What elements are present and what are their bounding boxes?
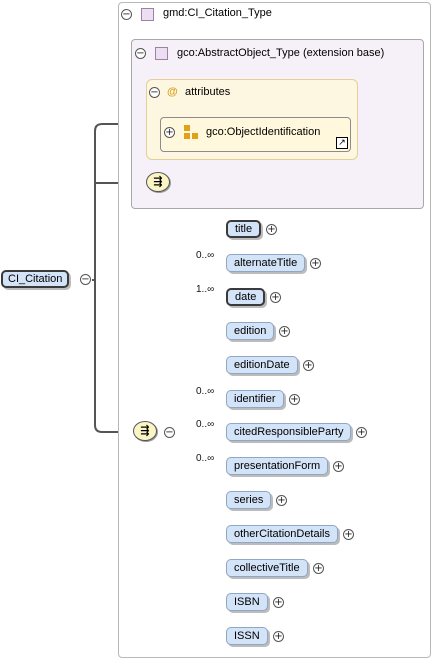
expand-presentationform-toggle[interactable]: + [333, 461, 344, 472]
expand-identifier-toggle[interactable]: + [289, 394, 300, 405]
element-label: identifier [234, 393, 276, 405]
element-othercitationdetails[interactable]: otherCitationDetails [226, 525, 338, 543]
element-citedresponsibleparty[interactable]: citedResponsibleParty [226, 423, 352, 441]
element-presentationform[interactable]: presentationForm [226, 457, 329, 475]
expand-alternatetitle-toggle[interactable]: + [310, 258, 321, 269]
element-collectivetitle[interactable]: collectiveTitle [226, 559, 308, 577]
expand-collectivetitle-toggle[interactable]: + [313, 563, 324, 574]
element-date[interactable]: date [226, 288, 266, 306]
expand-edition-toggle[interactable]: + [279, 326, 290, 337]
expand-citedresponsibleparty-toggle[interactable]: + [356, 427, 367, 438]
element-label: editionDate [234, 359, 290, 371]
cardinality-label: 0..∞ [196, 386, 215, 397]
at-sign-icon: @ [167, 86, 178, 98]
element-alternatetitle[interactable]: alternateTitle [226, 254, 306, 272]
expand-series-toggle[interactable]: + [276, 495, 287, 506]
element-label: alternateTitle [234, 257, 298, 269]
extension-sequence-icon[interactable]: ⇶ [146, 172, 170, 192]
collapse-attributes-toggle[interactable]: − [149, 87, 160, 98]
cardinality-label: 0..∞ [196, 453, 215, 464]
element-label: otherCitationDetails [234, 528, 330, 540]
element-editiondate[interactable]: editionDate [226, 356, 298, 374]
expand-editiondate-toggle[interactable]: + [303, 360, 314, 371]
collapse-sequence-toggle[interactable]: − [164, 427, 175, 438]
expand-title-toggle[interactable]: + [266, 224, 277, 235]
element-label: ISSN [234, 630, 260, 642]
element-label: date [235, 291, 257, 303]
complex-type-label: gmd:CI_Citation_Type [163, 7, 272, 19]
element-series[interactable]: series [226, 491, 272, 509]
collapse-complex-type-toggle[interactable]: − [121, 9, 132, 20]
attribute-group-label: gco:ObjectIdentification [206, 126, 321, 138]
element-label: citedResponsibleParty [234, 426, 344, 438]
element-label: collectiveTitle [234, 562, 300, 574]
root-element-ci-citation[interactable]: CI_Citation [1, 270, 70, 288]
element-identifier[interactable]: identifier [226, 390, 284, 408]
expand-issn-toggle[interactable]: + [273, 631, 284, 642]
attributes-label: attributes [185, 86, 231, 98]
attribute-group-icon [184, 125, 198, 139]
element-issn[interactable]: ISSN [226, 627, 268, 645]
element-label: edition [234, 325, 267, 337]
cardinality-label: 0..∞ [196, 250, 215, 261]
expand-attribute-group-toggle[interactable]: + [164, 127, 175, 138]
element-edition[interactable]: edition [226, 322, 275, 340]
sequence-icon[interactable]: ⇶ [133, 421, 157, 441]
extension-label: gco:AbstractObject_Type (extension base) [177, 47, 385, 59]
reference-arrow-icon[interactable]: ↗ [336, 137, 348, 149]
cardinality-label: 1..∞ [196, 284, 215, 295]
collapse-root-toggle[interactable]: − [80, 274, 91, 285]
element-isbn[interactable]: ISBN [226, 593, 268, 611]
extension-type-icon [155, 47, 168, 60]
element-label: title [235, 223, 253, 235]
element-title[interactable]: title [226, 220, 262, 238]
root-element-label: CI_Citation [8, 273, 63, 285]
complex-type-icon [141, 8, 154, 21]
element-label: ISBN [234, 596, 260, 608]
cardinality-label: 0..∞ [196, 419, 215, 430]
collapse-extension-toggle[interactable]: − [135, 48, 146, 59]
expand-isbn-toggle[interactable]: + [273, 597, 284, 608]
expand-othercitationdetails-toggle[interactable]: + [343, 529, 354, 540]
element-label: series [234, 494, 264, 506]
expand-date-toggle[interactable]: + [270, 292, 281, 303]
element-label: presentationForm [234, 460, 321, 472]
